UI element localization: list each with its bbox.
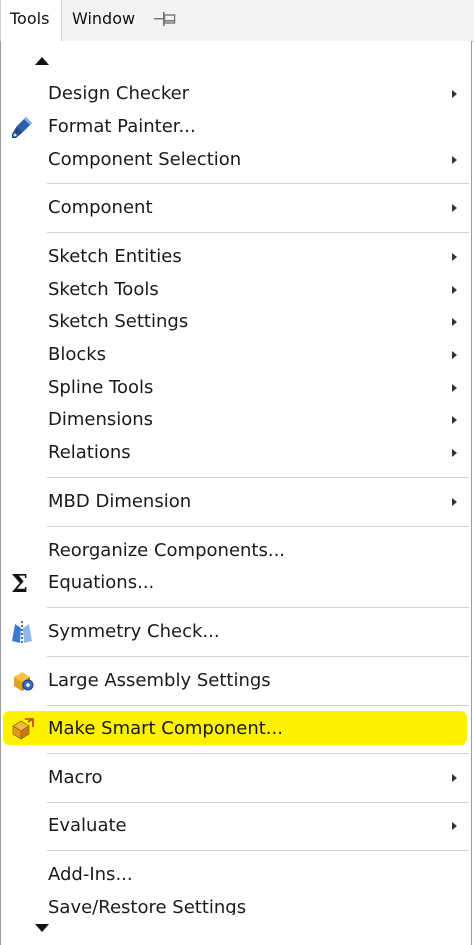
submenu-arrow-icon: [452, 351, 457, 359]
smart-component-icon: [8, 716, 36, 742]
menu-item-label: Save/Restore Settings: [48, 897, 247, 918]
menu-item-label: Symmetry Check...: [48, 621, 220, 642]
menu-item-spline-tools[interactable]: Spline Tools: [1, 372, 471, 404]
menu-item-label: Design Checker: [48, 83, 190, 104]
menu-separator: [47, 850, 469, 851]
menu-item-label: Format Painter...: [48, 116, 196, 137]
menu-window-label: Window: [72, 9, 136, 28]
menu-item-blocks[interactable]: Blocks: [1, 339, 471, 371]
submenu-arrow-icon: [452, 822, 457, 830]
submenu-arrow-icon: [452, 90, 457, 98]
menu-separator: [47, 477, 469, 478]
menu-item-label: Relations: [48, 442, 131, 463]
menu-item-component[interactable]: Component: [1, 192, 471, 224]
submenu-arrow-icon: [452, 204, 457, 212]
menu-item-label: Reorganize Components...: [48, 540, 286, 561]
menu-item-label: Macro: [48, 767, 103, 788]
submenu-arrow-icon: [452, 318, 457, 326]
menu-item-label: Component: [48, 197, 153, 218]
menu-item-label: Blocks: [48, 344, 107, 365]
menu-separator: [47, 526, 469, 527]
menu-bar: Tools Window: [0, 0, 474, 42]
menu-item-label: Equations...: [48, 572, 155, 593]
submenu-arrow-icon: [452, 156, 457, 164]
submenu-arrow-icon: [452, 774, 457, 782]
menu-item-sketch-settings[interactable]: Sketch Settings: [1, 306, 471, 338]
scroll-up-arrow-icon[interactable]: [35, 57, 49, 65]
menu-separator: [47, 607, 469, 608]
svg-text:Σ: Σ: [11, 570, 28, 596]
menu-separator: [47, 753, 469, 754]
menu-item-relations[interactable]: Relations: [1, 437, 471, 469]
menu-item-evaluate[interactable]: Evaluate: [1, 810, 471, 842]
menu-item-equations[interactable]: Σ Equations...: [1, 567, 471, 599]
menu-separator: [47, 232, 469, 233]
menu-item-label: Sketch Tools: [48, 279, 159, 300]
submenu-arrow-icon: [452, 449, 457, 457]
menu-item-label: Large Assembly Settings: [48, 670, 271, 691]
menu-item-label: Component Selection: [48, 149, 242, 170]
menu-item-label: Evaluate: [48, 815, 127, 836]
sigma-icon: Σ: [8, 569, 36, 598]
submenu-arrow-icon: [452, 498, 457, 506]
symmetry-check-icon: [8, 619, 36, 645]
menu-item-label: Make Smart Component...: [48, 718, 283, 739]
menu-item-mbd-dimension[interactable]: MBD Dimension: [1, 486, 471, 518]
menu-item-label: Dimensions: [48, 409, 154, 430]
menu-item-label: Spline Tools: [48, 377, 154, 398]
submenu-arrow-icon: [452, 253, 457, 261]
menu-item-design-checker[interactable]: Design Checker: [1, 78, 471, 110]
large-assembly-icon: [8, 668, 36, 694]
menu-tools[interactable]: Tools: [0, 0, 62, 42]
menu-item-label: Add-Ins...: [48, 864, 133, 885]
menu-item-save-restore-settings[interactable]: Save/Restore Settings: [1, 892, 471, 918]
menu-tools-label: Tools: [10, 9, 50, 28]
menu-item-label: MBD Dimension: [48, 491, 192, 512]
menu-item-add-ins[interactable]: Add-Ins...: [1, 859, 471, 891]
menu-item-label: Sketch Entities: [48, 246, 182, 267]
submenu-arrow-icon: [452, 416, 457, 424]
menu-separator: [47, 183, 469, 184]
menu-item-symmetry-check[interactable]: Symmetry Check...: [1, 616, 471, 648]
menu-item-label: Sketch Settings: [48, 311, 189, 332]
scroll-down-arrow-icon[interactable]: [35, 924, 49, 932]
menu-item-sketch-entities[interactable]: Sketch Entities: [1, 241, 471, 273]
menu-item-large-assembly-settings[interactable]: Large Assembly Settings: [1, 665, 471, 697]
menu-item-dimensions[interactable]: Dimensions: [1, 404, 471, 436]
menu-item-macro[interactable]: Macro: [1, 762, 471, 794]
menu-separator: [47, 802, 469, 803]
menu-item-make-smart-component[interactable]: Make Smart Component...: [1, 713, 471, 745]
menu-item-sketch-tools[interactable]: Sketch Tools: [1, 274, 471, 306]
submenu-arrow-icon: [452, 384, 457, 392]
menu-item-format-painter[interactable]: Format Painter...: [1, 111, 471, 143]
submenu-arrow-icon: [452, 286, 457, 294]
menu-item-component-selection[interactable]: Component Selection: [1, 144, 471, 176]
menu-window[interactable]: Window: [72, 0, 135, 40]
tools-menu: Design Checker Format Painter... Compone…: [0, 41, 472, 945]
pin-icon[interactable]: [152, 7, 180, 31]
format-painter-icon: [8, 114, 36, 140]
menu-separator: [47, 656, 469, 657]
menu-item-reorganize-components[interactable]: Reorganize Components...: [1, 535, 471, 567]
menu-separator: [47, 705, 469, 706]
